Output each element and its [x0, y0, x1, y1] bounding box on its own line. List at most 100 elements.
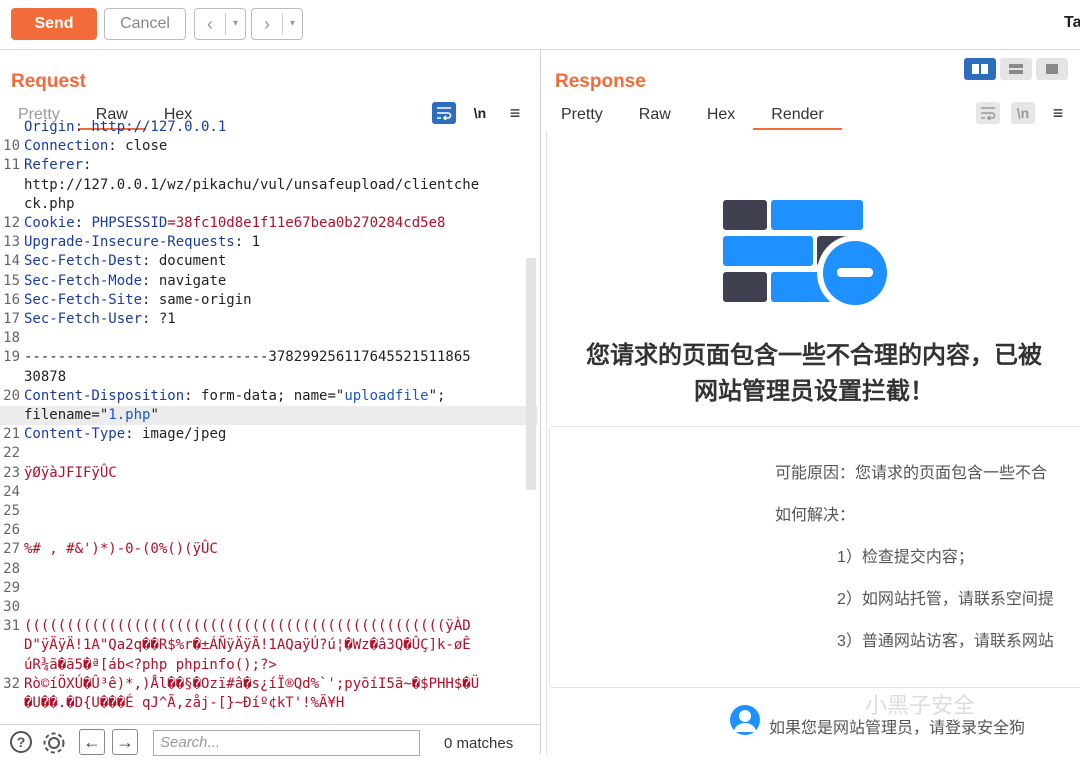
editor-line[interactable]: 28	[0, 560, 538, 579]
firewall-block-icon	[723, 200, 893, 310]
line-text: 30878	[24, 368, 538, 387]
editor-line[interactable]: 18	[0, 329, 538, 348]
line-number: 19	[3, 349, 20, 366]
editor-line[interactable]: http://127.0.0.1/wz/pikachu/vul/unsafeup…	[0, 176, 538, 195]
gear-icon[interactable]	[41, 730, 67, 761]
response-tab-raw[interactable]: Raw	[621, 102, 689, 130]
split-horizontal-icon[interactable]	[964, 58, 996, 80]
editor-line[interactable]: 30878	[0, 368, 538, 387]
editor-line[interactable]: 19 -----------------------------378299256…	[0, 348, 538, 367]
editor-line[interactable]: 32 Rò©íÖXÚ�Û³ê)*,)Ål��§�Ozï#â�s¿íÏ®Qd%`';…	[0, 675, 538, 694]
line-text	[24, 444, 538, 463]
admin-avatar-icon	[730, 705, 760, 735]
editor-line[interactable]: ck.php	[0, 195, 538, 214]
line-text: -----------------------------37829925611…	[24, 348, 538, 367]
layout-toggle	[964, 58, 1068, 80]
response-tab-render[interactable]: Render	[753, 102, 842, 130]
response-tab-hex[interactable]: Hex	[689, 102, 753, 130]
step-1: 1）检查提交内容；	[837, 549, 974, 566]
line-number: 29	[3, 579, 20, 596]
editor-line[interactable]: 12 Cookie: PHPSESSID=38fc10d8e1f11e67bea0…	[0, 214, 538, 233]
line-number: 17	[3, 311, 20, 328]
line-number	[0, 195, 24, 214]
history-back-button[interactable]: ‹ ▾	[194, 8, 246, 40]
editor-line[interactable]: 24	[0, 483, 538, 502]
editor-line[interactable]: 14 Sec-Fetch-Dest: document	[0, 252, 538, 271]
newline-toggle-icon[interactable]: \n	[1011, 102, 1035, 124]
editor-line[interactable]: 10 Connection: close	[0, 137, 538, 156]
line-text	[24, 598, 538, 617]
search-input[interactable]: Search...	[153, 730, 420, 756]
editor-line[interactable]: úR¾ã�ã5�ª[áb<?php phpinfo();?>	[0, 656, 538, 675]
line-number	[0, 368, 24, 387]
menu-icon[interactable]: ≡	[1046, 102, 1070, 124]
line-text: Content-Type: image/jpeg	[24, 425, 538, 444]
step-3: 3）普通网站访客，请联系网站	[837, 633, 1054, 650]
line-text: Rò©íÖXÚ�Û³ê)*,)Ål��§�Ozï#â�s¿íÏ®Qd%`';py…	[24, 675, 538, 694]
line-token: Content-Disposition	[24, 387, 185, 404]
editor-line[interactable]: 26	[0, 521, 538, 540]
editor-line[interactable]: 16 Sec-Fetch-Site: same-origin	[0, 291, 538, 310]
editor-line[interactable]: 15 Sec-Fetch-Mode: navigate	[0, 272, 538, 291]
chevron-down-icon[interactable]: ▾	[225, 13, 245, 35]
pane-divider[interactable]	[540, 50, 541, 754]
line-text: Upgrade-Insecure-Requests: 1	[24, 233, 538, 252]
line-number	[0, 176, 24, 195]
editor-line[interactable]: �U��.�D{U���É qJ^Ã,zåj-[}~Ðíº¢kT'!%Ä¥H	[0, 694, 538, 710]
line-text: http://127.0.0.1/wz/pikachu/vul/unsafeup…	[24, 176, 538, 195]
line-number: 12	[3, 215, 20, 232]
editor-line[interactable]: D"ÿÄÿÄ!1A"Qa2q��R$%r�±ÁÑÿÄÿÄ!1AQaÿÚ?ú¦�W…	[0, 636, 538, 655]
history-forward-button[interactable]: › ▾	[251, 8, 303, 40]
send-button[interactable]: Send	[11, 8, 97, 40]
line-number: 16	[3, 291, 20, 308]
line-text: úR¾ã�ã5�ª[áb<?php phpinfo();?>	[24, 656, 538, 675]
line-text: ck.php	[24, 195, 538, 214]
line-number: 20	[3, 387, 20, 404]
line-token: ÿØÿàJFIFÿÛC	[24, 464, 117, 481]
request-scrollbar[interactable]	[526, 258, 536, 490]
line-token: : close	[108, 138, 168, 155]
request-title: Request	[11, 71, 86, 92]
editor-line[interactable]: 25	[0, 502, 538, 521]
chevron-down-icon[interactable]: ▾	[282, 13, 302, 35]
line-text: Sec-Fetch-Site: same-origin	[24, 291, 538, 310]
editor-line[interactable]: 11 Referer:	[0, 156, 538, 175]
editor-line[interactable]: Origin: http://127.0.0.1	[0, 118, 538, 137]
line-token: : 1	[234, 234, 261, 251]
editor-line[interactable]: 23 ÿØÿàJFIFÿÛC	[0, 464, 538, 483]
line-number: 11	[3, 157, 20, 174]
line-text: Sec-Fetch-Dest: document	[24, 252, 538, 271]
rendered-response: 您请求的页面包含一些不合理的内容，已被 网站管理员设置拦截！ 可能原因：您请求的…	[546, 130, 1080, 754]
response-tabs: Pretty Raw Hex Render	[543, 102, 842, 130]
editor-line[interactable]: 27 %# , #&')*)-0-(0%()(ÿÛC	[0, 540, 538, 559]
editor-line[interactable]: 21 Content-Type: image/jpeg	[0, 425, 538, 444]
request-editor[interactable]: Origin: http://127.0.0.1 10 Connection: cl…	[0, 118, 538, 710]
search-prev-button[interactable]: ←	[79, 729, 105, 755]
response-tab-pretty[interactable]: Pretty	[543, 102, 621, 130]
line-number: 31	[3, 618, 20, 635]
line-token: : image/jpeg	[125, 426, 227, 443]
block-headline-line-2: 网站管理员设置拦截！	[694, 378, 934, 405]
editor-line[interactable]: 22	[0, 444, 538, 463]
single-pane-icon[interactable]	[1036, 58, 1068, 80]
wrap-lines-icon[interactable]	[976, 102, 1000, 124]
line-text: ÿØÿàJFIFÿÛC	[24, 464, 538, 483]
chevron-left-icon: ‹	[207, 13, 213, 34]
editor-line[interactable]: 30	[0, 598, 538, 617]
editor-line[interactable]: 13 Upgrade-Insecure-Requests: 1	[0, 233, 538, 252]
editor-line[interactable]: 20 Content-Disposition: form-data; name="…	[0, 387, 538, 406]
search-next-button[interactable]: →	[112, 729, 138, 755]
line-token: �U��.�D{U���É qJ^Ã,zåj-[}~Ðíº¢kT'!%Ä¥H	[24, 695, 345, 710]
target-label[interactable]: Ta	[1064, 14, 1080, 32]
help-icon[interactable]: ?	[10, 731, 32, 753]
editor-line[interactable]: 29	[0, 579, 538, 598]
editor-line[interactable]: filename="1.php"	[0, 406, 538, 426]
line-number: 24	[3, 483, 20, 500]
cancel-button[interactable]: Cancel	[104, 8, 186, 40]
line-token: "	[150, 407, 159, 424]
editor-line[interactable]: 31((((((((((((((((((((((((((((((((((((((…	[0, 617, 538, 636]
block-info-card: 可能原因：您请求的页面包含一些不合 如何解决： 1）检查提交内容； 2）如网站托…	[549, 426, 1080, 688]
line-token: :	[83, 157, 92, 174]
split-vertical-icon[interactable]	[1000, 58, 1032, 80]
editor-line[interactable]: 17 Sec-Fetch-User: ?1	[0, 310, 538, 329]
